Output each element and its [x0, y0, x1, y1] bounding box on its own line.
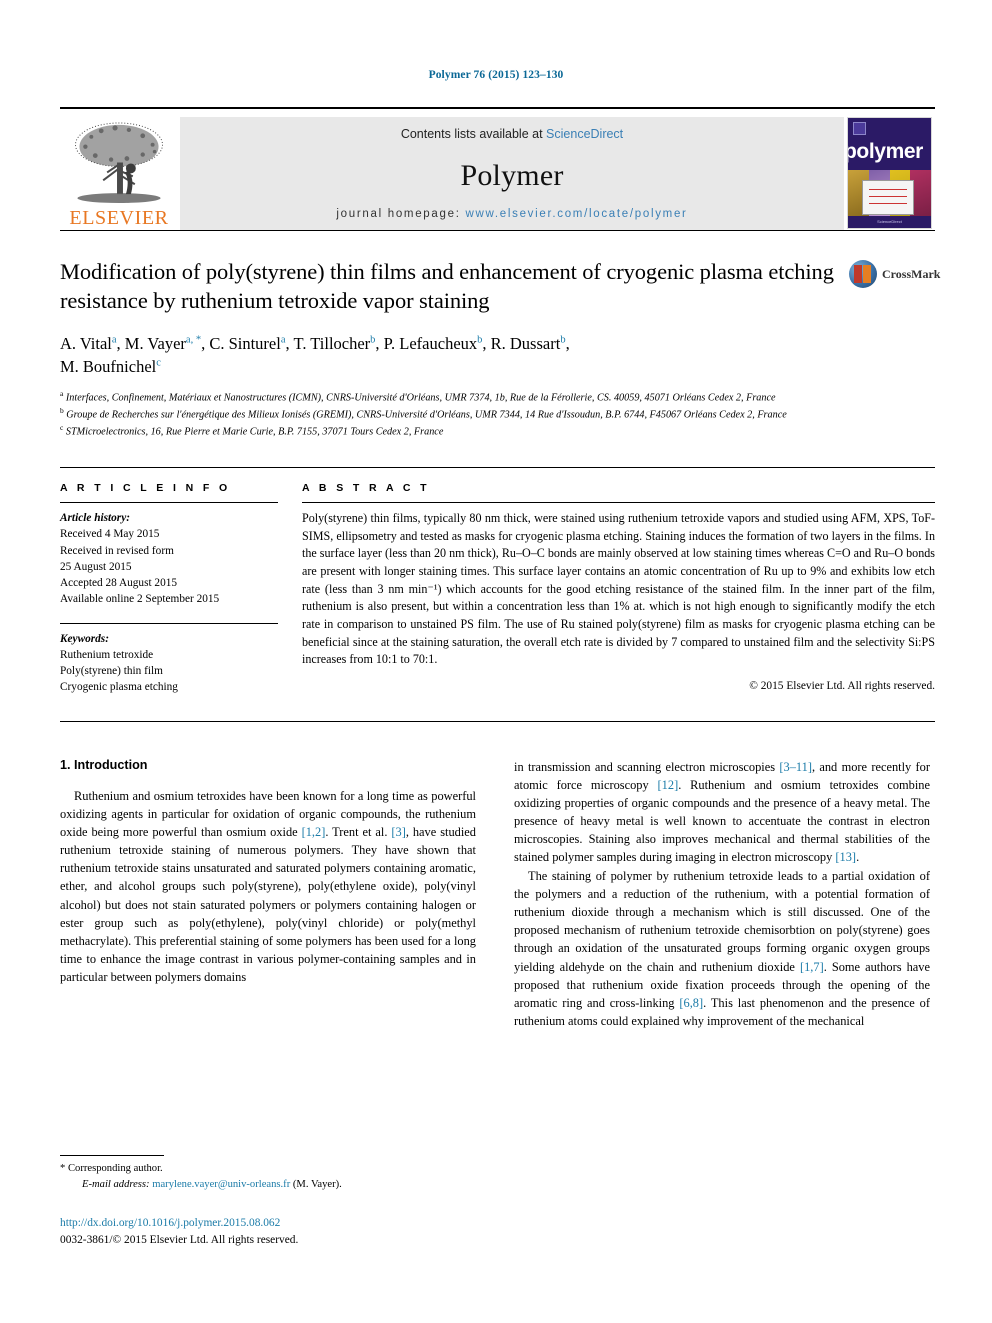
intro-paragraph-right-1: in transmission and scanning electron mi… [514, 759, 930, 865]
band-bottom-rule [60, 720, 935, 722]
article-history-block: Article history: Received 4 May 2015 Rec… [60, 510, 278, 608]
crossmark-circle-icon [849, 260, 877, 288]
contents-prefix: Contents lists available at [400, 127, 543, 141]
history-item-4: Available online 2 September 2015 [60, 593, 220, 606]
elsevier-wordmark: ELSEVIER [69, 207, 169, 229]
body-column-left: 1. Introduction Ruthenium and osmium tet… [60, 758, 476, 1031]
keywords-rule [60, 622, 278, 624]
history-item-3: Accepted 28 August 2015 [60, 577, 178, 590]
sciencedirect-link[interactable]: ScienceDirect [546, 127, 623, 141]
article-page: Polymer 76 (2015) 123–130 ELSEVIER Conte… [0, 0, 992, 1323]
history-item-0: Received 4 May 2015 [60, 528, 160, 541]
elsevier-tree-icon [75, 122, 163, 204]
journal-title: Polymer [460, 158, 564, 192]
keywords-block: Keywords: Ruthenium tetroxide Poly(styre… [60, 631, 278, 696]
crossmark-book-icon [854, 265, 872, 283]
abstract-copyright: © 2015 Elsevier Ltd. All rights reserved… [749, 679, 935, 692]
author-name-1: A. Vital [60, 333, 112, 353]
keyword-2: Cryogenic plasma etching [60, 681, 178, 694]
author-name-4: T. Tillocher [293, 333, 371, 353]
title-area: Modification of poly(styrene) thin films… [60, 257, 940, 316]
masthead: ELSEVIER Contents lists available at Sci… [60, 107, 935, 230]
article-info-heading: A R T I C L E I N F O [60, 481, 231, 494]
footnote-block: * Corresponding author. E-mail address: … [60, 1155, 476, 1193]
cover-badge-icon [853, 122, 866, 135]
corresponding-label: Corresponding author. [67, 1163, 163, 1174]
contents-line: Contents lists available at ScienceDirec… [401, 127, 623, 141]
doi-link[interactable]: http://dx.doi.org/10.1016/j.polymer.2015… [60, 1215, 298, 1232]
journal-cover-thumbnail: polymer ScienceDirect [847, 117, 935, 230]
author-sup-4: b [370, 334, 376, 345]
author-name-5: P. Lefaucheux [383, 333, 478, 353]
citation-13[interactable]: [13] [835, 850, 856, 864]
author-sup-1: a [111, 334, 117, 345]
author-name-6: R. Dussart [490, 333, 561, 353]
info-abstract-band: A R T I C L E I N F O Article history: R… [60, 466, 935, 696]
citation-1-7[interactable]: [1,7] [800, 960, 824, 974]
article-info-column: A R T I C L E I N F O Article history: R… [60, 482, 278, 696]
citation-3-11[interactable]: [3–11] [779, 760, 812, 774]
affiliation-list: a Interfaces, Confinement, Matériaux et … [60, 389, 870, 440]
affiliation-c-text: STMicroelectronics, 16, Rue Pierre et Ma… [65, 426, 444, 438]
homepage-label: journal homepage: [336, 208, 461, 220]
affiliation-a-text: Interfaces, Confinement, Matériaux et Na… [65, 392, 776, 404]
author-sup-3: a [280, 334, 286, 345]
author-name-7: M. Boufnichel [60, 357, 157, 377]
affiliation-a: a Interfaces, Confinement, Matériaux et … [60, 389, 776, 404]
issn-copyright-line: 0032-3861/© 2015 Elsevier Ltd. All right… [60, 1234, 299, 1247]
intro-paragraph-right-2: The staining of polymer by ruthenium tet… [514, 868, 930, 1029]
email-note: E-mail address: marylene.vayer@univ-orle… [60, 1177, 476, 1193]
keyword-1: Poly(styrene) thin film [60, 665, 163, 678]
author-sup-6: b [560, 334, 566, 345]
author-list: A. Vitala, M. Vayera, *, C. Sinturela, T… [60, 333, 570, 377]
cover-footer-text: ScienceDirect [877, 219, 902, 224]
footer-identifiers: http://dx.doi.org/10.1016/j.polymer.2015… [60, 1215, 298, 1249]
body-column-right: in transmission and scanning electron mi… [514, 758, 930, 1031]
email-link[interactable]: marylene.vayer@univ-orleans.fr [152, 1179, 290, 1190]
citation-12[interactable]: [12] [658, 778, 679, 792]
keywords-label: Keywords: [60, 632, 109, 645]
history-item-2: 25 August 2015 [60, 560, 132, 573]
citation-1-2[interactable]: [1,2] [302, 825, 326, 839]
journal-banner: Contents lists available at ScienceDirec… [180, 117, 844, 230]
author-sup-2: a, * [185, 334, 202, 345]
cover-wordmark: polymer [847, 140, 923, 163]
article-history-label: Article history: [60, 511, 130, 524]
article-info-rule [60, 501, 278, 503]
affiliation-c: c STMicroelectronics, 16, Rue Pierre et … [60, 423, 444, 438]
running-head: Polymer 76 (2015) 123–130 [428, 69, 564, 81]
abstract-heading: A B S T R A C T [302, 481, 430, 494]
page-title: Modification of poly(styrene) thin films… [60, 259, 834, 314]
author-name-3: C. Sinturel [209, 333, 281, 353]
elsevier-logo: ELSEVIER [60, 117, 178, 230]
author-sup-5: b [477, 334, 483, 345]
citation-3[interactable]: [3] [391, 825, 405, 839]
abstract-text: Poly(styrene) thin films, typically 80 n… [302, 510, 935, 667]
crossmark-badge[interactable]: CrossMark [849, 259, 940, 289]
body-columns: 1. Introduction Ruthenium and osmium tet… [60, 758, 935, 1031]
cover-inset-figure [862, 180, 914, 215]
masthead-bottom-rule [60, 230, 935, 231]
footnote-rule [60, 1155, 164, 1156]
history-item-1: Received in revised form [60, 544, 174, 557]
author-name-2: M. Vayer [124, 333, 186, 353]
email-label: E-mail address: [82, 1178, 150, 1190]
intro-paragraph-left: Ruthenium and osmium tetroxides have bee… [60, 788, 476, 985]
keyword-0: Ruthenium tetroxide [60, 648, 154, 661]
affiliation-b-text: Groupe de Recherches sur l'énergétique d… [66, 409, 787, 421]
corresponding-author-note: * Corresponding author. [60, 1161, 476, 1177]
abstract-column: A B S T R A C T Poly(styrene) thin films… [302, 482, 935, 696]
author-sup-7: c [156, 357, 161, 369]
journal-homepage: journal homepage: www.elsevier.com/locat… [336, 208, 687, 220]
corresponding-marker: * [60, 1163, 66, 1174]
abstract-rule [302, 501, 935, 503]
email-owner: (M. Vayer). [292, 1178, 342, 1190]
citation-6-8[interactable]: [6,8] [679, 996, 703, 1010]
section-heading-introduction: 1. Introduction [60, 757, 148, 772]
crossmark-label: CrossMark [882, 266, 941, 281]
homepage-url[interactable]: www.elsevier.com/locate/polymer [466, 208, 688, 220]
affiliation-b: b Groupe de Recherches sur l'énergétique… [60, 406, 787, 421]
